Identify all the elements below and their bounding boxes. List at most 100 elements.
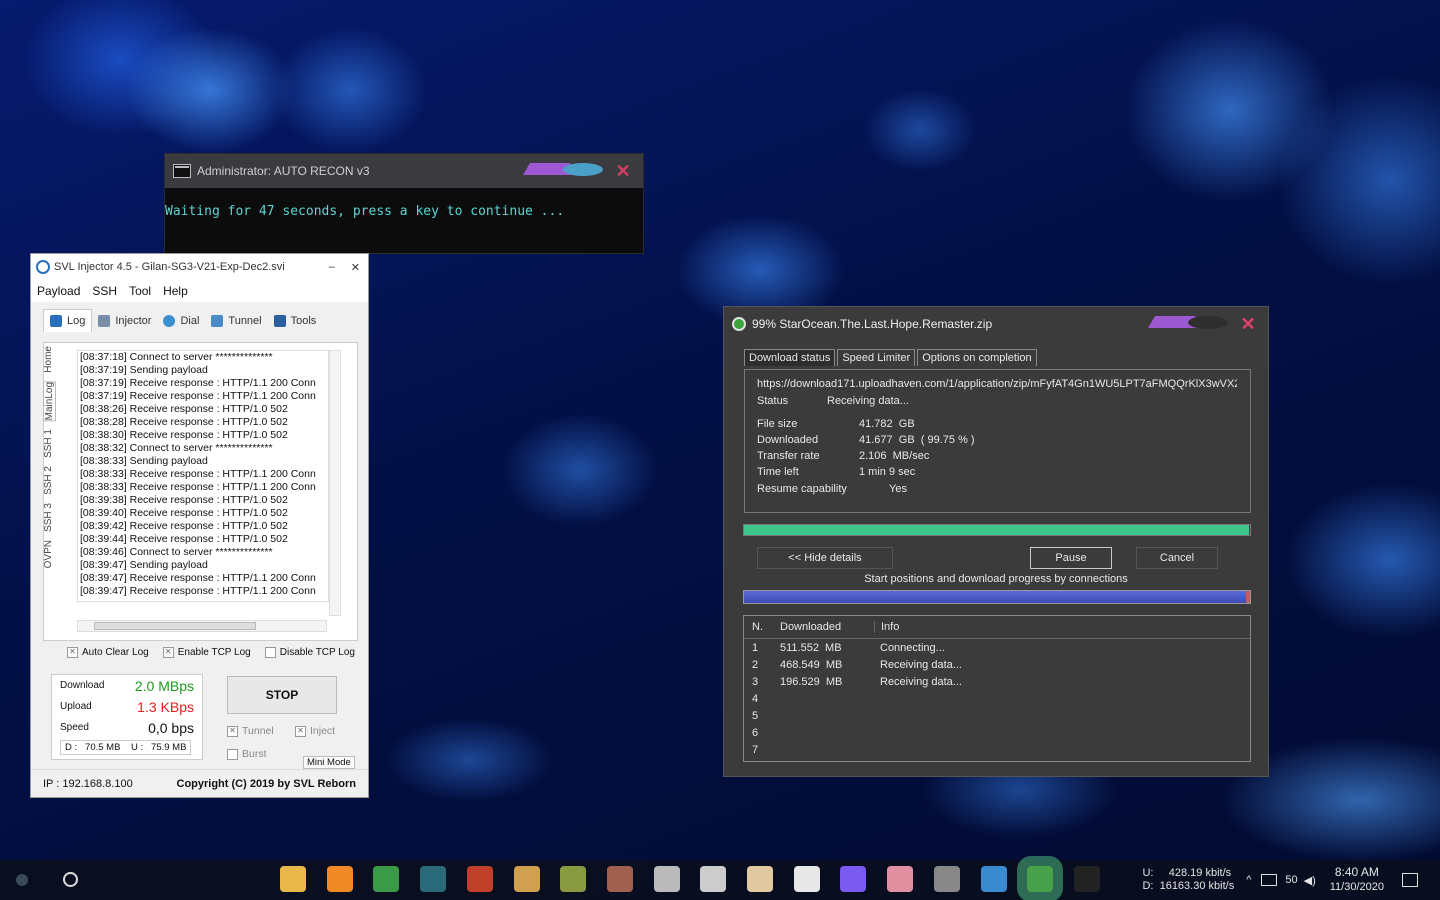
tab-log[interactable]: Log xyxy=(43,309,93,332)
side-tab-ssh2[interactable]: SSH 2 xyxy=(43,466,54,495)
inject-label: Inject xyxy=(310,725,336,737)
svl-titlebar[interactable]: SVL Injector 4.5 - Gilan-SG3-V21-Exp-Dec… xyxy=(31,254,368,280)
file-size-value: 41.782 GB xyxy=(859,418,915,430)
maximize-button[interactable] xyxy=(563,162,603,180)
log-list[interactable]: [08:37:18] Connect to server ***********… xyxy=(77,350,329,602)
vlc-icon[interactable] xyxy=(326,866,353,892)
horizontal-scrollbar[interactable] xyxy=(77,620,327,632)
connections-table[interactable]: N. Downloaded Info 1 511.552 MB Connecting… xyxy=(743,615,1251,762)
network-icon[interactable] xyxy=(1261,874,1278,886)
download-titlebar[interactable]: 99% StarOcean.The.Last.Hope.Remaster.zip… xyxy=(724,307,1268,341)
tab-tunnel[interactable]: Tunnel xyxy=(205,310,267,332)
file-explorer-icon[interactable] xyxy=(280,866,306,892)
messenger-icon[interactable] xyxy=(840,866,867,892)
tab-speed-limiter[interactable]: Speed Limiter xyxy=(837,349,916,366)
notification-icon[interactable] xyxy=(1402,873,1418,887)
clock[interactable]: 8:40 AM 11/30/2020 xyxy=(1330,865,1384,895)
speed-label: Speed xyxy=(60,722,89,733)
cell-dl: 196.529 MB xyxy=(780,675,843,688)
log-line: [08:39:44] Receive response : HTTP/1.0 5… xyxy=(80,533,288,545)
game-icon[interactable] xyxy=(466,866,493,892)
header-info: Info xyxy=(874,621,1250,633)
download-url: https://download171.uploadhaven.com/1/ap… xyxy=(757,378,1237,390)
inject-checkbox[interactable]: ✕ Inject xyxy=(295,725,335,737)
close-button[interactable]: ✕ xyxy=(1228,315,1268,333)
character-icon[interactable] xyxy=(606,866,633,892)
side-tab-ovpn[interactable]: OVPN xyxy=(43,540,54,568)
tab-options-completion[interactable]: Options on completion xyxy=(917,349,1037,366)
log-line: [08:39:47] Sending payload xyxy=(80,559,208,571)
search-icon[interactable] xyxy=(63,872,78,887)
side-tab-mainlog[interactable]: MainLog xyxy=(43,380,56,422)
obs-icon[interactable] xyxy=(700,866,727,892)
side-tab-home[interactable]: Home xyxy=(43,346,54,373)
table-row[interactable]: 2 468.549 MB Receiving data... xyxy=(744,656,1250,673)
cell-info: Receiving data... xyxy=(880,675,962,688)
table-row[interactable]: 7 xyxy=(744,741,1250,758)
scroll-thumb[interactable] xyxy=(94,622,256,630)
svl-icon[interactable] xyxy=(980,866,1007,892)
minimize-button[interactable]: – xyxy=(321,261,343,273)
mini-mode-button[interactable]: Mini Mode xyxy=(303,756,355,769)
tab-dial[interactable]: Dial xyxy=(157,310,205,332)
chrome-icon[interactable] xyxy=(373,866,400,892)
svl-title: SVL Injector 4.5 - Gilan-SG3-V21-Exp-Dec… xyxy=(54,261,285,273)
terminal-icon[interactable] xyxy=(1073,866,1100,892)
tunnel-checkbox[interactable]: ✕ Tunnel xyxy=(227,725,274,737)
log-line: [08:38:30] Receive response : HTTP/1.0 5… xyxy=(80,429,288,441)
menu-payload[interactable]: Payload xyxy=(31,284,86,298)
tunnel-icon xyxy=(211,315,224,327)
tab-injector[interactable]: Injector xyxy=(92,310,157,332)
speaker-icon[interactable]: ◀) xyxy=(1304,874,1316,887)
hide-details-button[interactable]: << Hide details xyxy=(757,547,893,569)
anime-icon[interactable] xyxy=(747,866,773,892)
start-icon[interactable] xyxy=(16,874,28,886)
cancel-button[interactable]: Cancel xyxy=(1136,547,1218,569)
idm-icon[interactable] xyxy=(1017,856,1064,900)
table-row[interactable]: 1 511.552 MB Connecting... xyxy=(744,639,1250,656)
menu-help[interactable]: Help xyxy=(157,284,194,298)
checkbox-icon xyxy=(264,647,276,658)
cell-info: Connecting... xyxy=(880,641,945,654)
chevron-up-icon[interactable]: ^ xyxy=(1246,874,1251,886)
stop-button[interactable]: STOP xyxy=(227,676,337,714)
pause-button[interactable]: Pause xyxy=(1030,547,1112,569)
phone-icon xyxy=(163,315,176,327)
downloaded-value: 41.677 GB ( 99.75 % ) xyxy=(859,434,975,446)
menu-tool[interactable]: Tool xyxy=(123,284,157,298)
close-button[interactable]: ✕ xyxy=(343,261,368,274)
arrow-game-icon[interactable] xyxy=(560,866,587,892)
tab-download-status[interactable]: Download status xyxy=(744,349,836,366)
enable-tcp-log-checkbox[interactable]: ✕ Enable TCP Log xyxy=(162,647,251,658)
auto-clear-log-checkbox[interactable]: ✕ Auto Clear Log xyxy=(67,647,149,658)
side-tab-ssh1[interactable]: SSH 1 xyxy=(43,429,54,458)
app-icon[interactable] xyxy=(420,866,447,892)
tab-tools[interactable]: Tools xyxy=(268,310,323,332)
minimize-button[interactable] xyxy=(523,162,577,180)
circle-icon xyxy=(563,162,603,176)
ps-icon[interactable] xyxy=(933,866,960,892)
vertical-scrollbar[interactable] xyxy=(329,350,341,616)
syringe-icon xyxy=(98,315,111,327)
table-body: 1 511.552 MB Connecting... 2 468.549 MB Recei… xyxy=(744,639,1250,758)
maximize-button[interactable] xyxy=(1188,315,1228,333)
assassins-creed-icon[interactable] xyxy=(513,866,540,892)
burst-label: Burst xyxy=(242,748,267,760)
minimize-button[interactable] xyxy=(1148,315,1202,333)
skyrim-icon[interactable] xyxy=(653,866,680,892)
close-button[interactable]: ✕ xyxy=(603,162,643,180)
log-line: [08:37:19] Receive response : HTTP/1.1 2… xyxy=(80,390,316,402)
table-row[interactable]: 4 xyxy=(744,690,1250,707)
burst-checkbox[interactable]: Burst xyxy=(227,748,267,760)
table-row[interactable]: 6 xyxy=(744,724,1250,741)
side-tab-ssh3[interactable]: SSH 3 xyxy=(43,503,54,532)
pig-icon[interactable] xyxy=(887,866,914,892)
menu-ssh[interactable]: SSH xyxy=(86,284,123,298)
network-speed: U: 428.19 kbit/s D: 16163.30 kbit/s xyxy=(1142,867,1234,893)
log-line: [08:38:33] Receive response : HTTP/1.1 2… xyxy=(80,468,316,480)
disable-tcp-log-checkbox[interactable]: Disable TCP Log xyxy=(264,647,355,658)
table-row[interactable]: 3 196.529 MB Receiving data... xyxy=(744,673,1250,690)
penguin-icon[interactable] xyxy=(793,866,820,892)
table-row[interactable]: 5 xyxy=(744,707,1250,724)
cmd-titlebar[interactable]: Administrator: AUTO RECON v3 ✕ xyxy=(165,154,643,188)
